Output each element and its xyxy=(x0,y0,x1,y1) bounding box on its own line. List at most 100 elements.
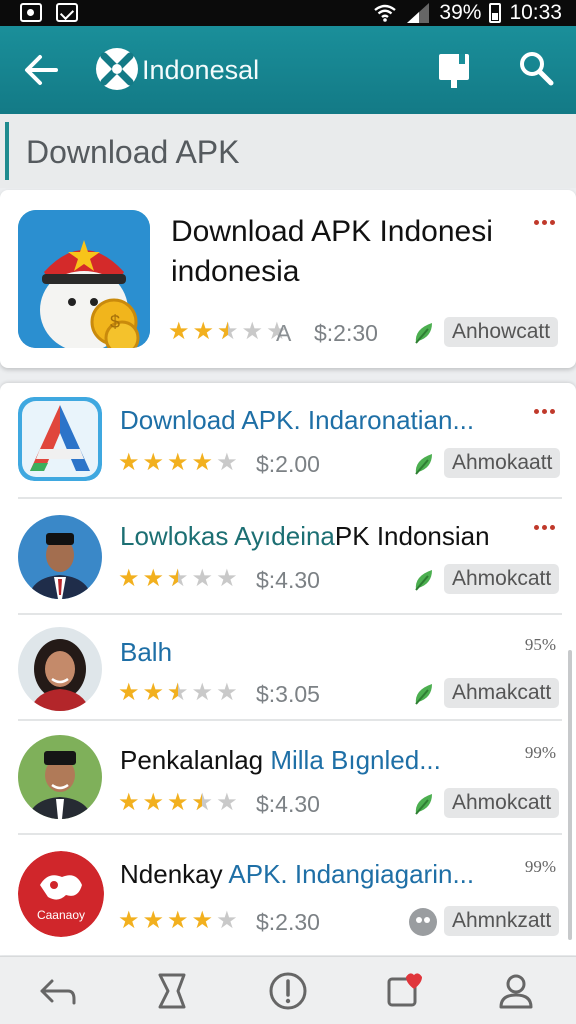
man-avatar xyxy=(18,515,102,599)
featured-price: $:2:30 xyxy=(314,320,378,346)
app-title[interactable]: Ndenkay APK. Indangiagarin... xyxy=(120,859,520,890)
more-options-button[interactable] xyxy=(534,220,556,228)
star-icon: ★ xyxy=(167,681,189,706)
app-tag[interactable]: Ahmakcatt xyxy=(444,678,560,708)
battery-percent: 39% xyxy=(439,1,482,24)
star-icon: ★ xyxy=(191,907,214,934)
app-rating: ★ ★ ★ ★ ★ xyxy=(118,451,238,475)
list-item[interactable]: Lowlokas AyıdeinaPK Indonsian ★★★★★ $:4.… xyxy=(18,499,562,615)
featured-app-icon: $ xyxy=(18,210,150,348)
app-tag[interactable]: Ahmokaatt xyxy=(444,448,561,478)
app-tag[interactable]: Ahmnkzatt xyxy=(444,906,560,936)
star-icon: ★ xyxy=(241,318,264,345)
app-title[interactable]: Download APK. Indaronatian... xyxy=(120,405,520,436)
app-percent: 99% xyxy=(524,743,556,762)
red-logo-icon: Caanaoy xyxy=(18,851,104,937)
app-rating: ★ ★ ★ ★ ★ xyxy=(118,789,238,816)
app-price: $:3.05 xyxy=(256,681,320,707)
red-logo-caption: Caanaoy xyxy=(37,908,85,922)
more-options-button[interactable] xyxy=(534,525,556,533)
app-title-part: Balh xyxy=(120,637,173,667)
app-title-part: APK. Indangiagarin... xyxy=(228,859,475,889)
app-list: Download APK. Indaronatian... ★ ★ ★ ★ ★ $:2.… xyxy=(0,383,576,955)
list-item[interactable]: Caanaoy Ndenkay APK. Indangiagarin... 99… xyxy=(18,835,562,953)
app-title-part: Download APK. Indaronatian... xyxy=(120,405,475,435)
app-title-part: Milla Bıgnled... xyxy=(270,745,441,775)
app-price: $:4.30 xyxy=(256,791,320,817)
ghost-icon xyxy=(409,908,437,936)
leaf-icon xyxy=(415,570,432,591)
star-icon: ★ xyxy=(118,449,140,476)
featured-letter: A xyxy=(276,320,292,346)
star-icon: ★ xyxy=(191,449,214,476)
app-title-part: Lowlokas Ayıdeina xyxy=(120,521,335,551)
app-title[interactable]: Penkalanlag Milla Bıgnled... xyxy=(120,745,520,776)
back-nav-icon[interactable] xyxy=(38,971,78,1011)
bookmark-nav-icon[interactable] xyxy=(154,971,194,1011)
bookmark-icon[interactable] xyxy=(437,50,471,90)
star-icon: ★ xyxy=(167,789,189,816)
star-icon: ★ xyxy=(217,320,239,345)
woman-avatar xyxy=(18,627,102,711)
info-icon[interactable] xyxy=(268,971,308,1011)
a-logo-icon xyxy=(18,397,102,481)
star-icon: ★ xyxy=(167,907,189,934)
profile-icon[interactable] xyxy=(496,971,536,1011)
download-notification-icon xyxy=(56,3,78,22)
list-item[interactable]: Balh 95% ★★★★★ $:3.05 Ahmakcatt xyxy=(18,615,562,721)
notification-icon xyxy=(20,3,42,22)
featured-app-title[interactable]: Download APK Indonesi indonesia xyxy=(171,212,531,292)
app-bar: Indonesal xyxy=(0,26,576,114)
star-icon: ★ xyxy=(216,789,238,816)
app-title-part: Ndenkay xyxy=(120,859,229,889)
wifi-icon xyxy=(374,4,397,22)
app-percent: 99% xyxy=(524,857,556,876)
leaf-icon xyxy=(415,323,432,344)
star-icon: ★ xyxy=(192,791,214,816)
app-logo-icon xyxy=(96,48,138,90)
featured-app-card[interactable]: $ Download APK Indonesi indonesia ★ ★ ★ ★ ★ … xyxy=(0,190,576,368)
app-rating: ★ ★ ★ ★ ★ xyxy=(118,909,238,933)
star-icon: ★ xyxy=(142,565,165,592)
app-price: $:4.30 xyxy=(256,567,320,593)
signal-icon xyxy=(407,3,430,23)
list-item[interactable]: Penkalanlag Milla Bıgnled... 99% ★★★★★ $… xyxy=(18,721,562,835)
star-icon: ★ xyxy=(118,789,140,816)
app-rating: ★ ★ ★ ★ ★ xyxy=(118,565,238,592)
app-percent: 95% xyxy=(524,635,556,654)
star-icon: ★ xyxy=(216,449,238,476)
leaf-icon xyxy=(415,794,432,815)
section-title: Download APK xyxy=(26,134,240,170)
star-icon: ★ xyxy=(142,789,165,816)
star-icon: ★ xyxy=(168,318,190,345)
star-icon: ★ xyxy=(167,449,189,476)
star-icon: ★ xyxy=(192,318,215,345)
battery-icon xyxy=(489,3,502,23)
list-item[interactable]: Download APK. Indaronatian... ★ ★ ★ ★ ★ $:2.… xyxy=(18,383,562,499)
app-rating: ★ ★ ★ ★ ★ xyxy=(118,679,238,706)
star-icon: ★ xyxy=(142,679,165,706)
app-title: Indonesal xyxy=(142,55,260,85)
app-tag[interactable]: Ahmokcatt xyxy=(444,564,560,594)
scrollbar[interactable] xyxy=(568,650,572,940)
featured-title-line2: indonesia xyxy=(171,255,300,288)
arrow-left-icon[interactable] xyxy=(22,52,62,88)
app-price: $:2.30 xyxy=(256,909,320,935)
status-bar: 39% 10:33 xyxy=(0,0,576,26)
featured-tag[interactable]: Anhowcatt xyxy=(444,317,559,347)
man-peci-avatar xyxy=(18,735,102,819)
search-icon[interactable] xyxy=(518,50,554,86)
app-title[interactable]: Balh xyxy=(120,637,520,668)
star-icon: ★ xyxy=(142,449,165,476)
favorites-icon[interactable] xyxy=(384,971,424,1011)
section-header: Download APK xyxy=(0,114,576,188)
leaf-icon xyxy=(415,684,432,705)
app-price: $:2.00 xyxy=(256,451,320,477)
app-title[interactable]: Lowlokas AyıdeinaPK Indonsian xyxy=(120,521,520,552)
star-icon: ★ xyxy=(191,565,214,592)
section-accent-bar xyxy=(5,122,9,180)
more-options-button[interactable] xyxy=(534,409,556,417)
star-icon: ★ xyxy=(167,567,189,592)
star-icon: ★ xyxy=(142,907,165,934)
app-tag[interactable]: Ahmokcatt xyxy=(444,788,560,818)
